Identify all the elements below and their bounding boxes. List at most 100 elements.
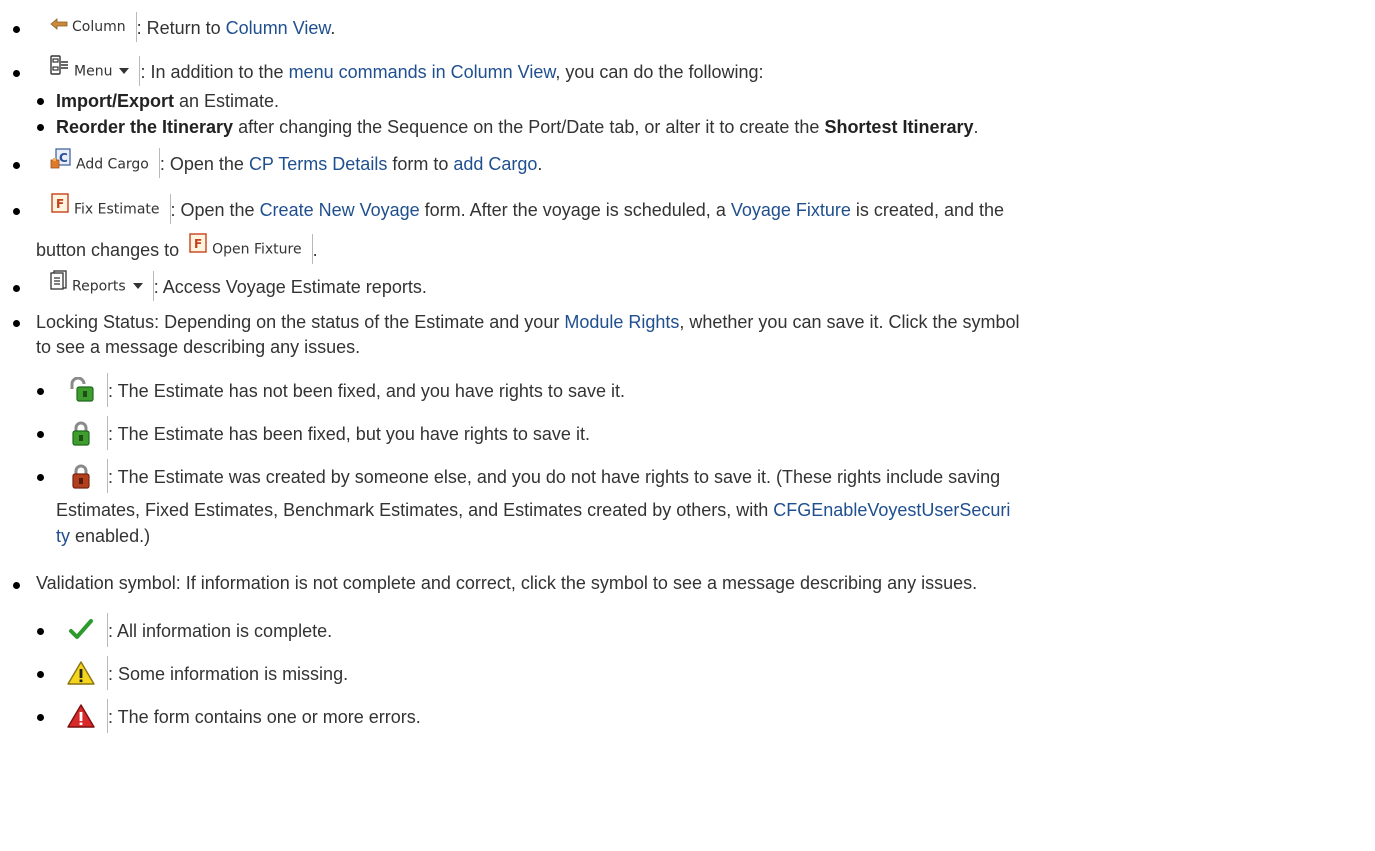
fix-estimate-button-label: Fix Estimate	[74, 201, 160, 218]
open-fixture-button[interactable]: F Open Fixture	[184, 233, 313, 264]
list-item-locking-status: Locking Status: Depending on the status …	[36, 309, 1020, 335]
bullet	[37, 474, 44, 481]
bullet	[37, 124, 44, 131]
list-item-validation: Validation symbol: If information is not…	[36, 570, 977, 596]
item-text: , whether you can save it. Click the sym…	[679, 312, 1020, 332]
item-text: Validation symbol: If information is not…	[36, 573, 978, 593]
bold-text: Shortest Itinerary	[824, 117, 974, 137]
item-text: .	[537, 153, 543, 174]
cp-terms-details-link[interactable]: CP Terms Details	[249, 154, 387, 174]
bold-text: Reorder the Itinerary	[56, 117, 234, 137]
list-item-fix-estimate: F Fix Estimate : Open the Create New Voyag…	[36, 193, 1005, 226]
module-rights-link[interactable]: Module Rights	[564, 312, 679, 332]
item-text: : All information is complete.	[108, 620, 333, 641]
menu-commands-link[interactable]: menu commands in Column View	[289, 62, 556, 82]
column-view-link[interactable]: Column View	[226, 18, 331, 38]
fix-estimate-button[interactable]: F Fix Estimate	[36, 193, 171, 224]
sub-item-import-export: Import/Export an Estimate.	[56, 88, 279, 114]
reports-icon	[50, 270, 68, 301]
item-text: : Open the	[170, 199, 260, 220]
item-text: .	[312, 239, 318, 260]
column-button-label: Column	[72, 19, 126, 35]
cfg-enable-voyest-user-security-link[interactable]: ty	[56, 526, 70, 546]
fix-estimate-line2: button changes to F Open Fixture.	[36, 233, 318, 266]
bullet	[13, 582, 20, 589]
unlocked-green-icon	[70, 377, 94, 402]
locking-status-line2: to see a message describing any issues.	[36, 334, 360, 360]
bullet	[13, 208, 20, 215]
bullet	[13, 26, 20, 33]
bullet	[37, 98, 44, 105]
voyage-fixture-link[interactable]: Voyage Fixture	[731, 200, 851, 220]
locked-green-button[interactable]	[56, 416, 108, 450]
sub-item-missing: : Some information is missing.	[56, 656, 349, 692]
item-text: .	[973, 117, 979, 137]
locked-green-icon	[72, 421, 90, 446]
reports-button-label: Reports	[72, 278, 126, 295]
chevron-down-icon	[132, 282, 143, 289]
item-text: form. After the voyage is scheduled, a	[419, 199, 731, 220]
reports-button[interactable]: Reports	[36, 270, 154, 301]
add-cargo-button[interactable]: C Add Cargo	[36, 148, 160, 178]
sub-item-complete: : All information is complete.	[56, 613, 333, 649]
item-text: .	[330, 17, 336, 38]
menu-button-label: Menu	[74, 63, 113, 80]
item-text: : In addition to the	[140, 61, 289, 82]
fixture-icon: F	[50, 193, 70, 224]
item-text: after changing the Sequence on the Port/…	[233, 117, 825, 137]
item-text: is created, and the	[850, 199, 1005, 220]
chevron-down-icon	[119, 67, 130, 74]
item-text: : Return to	[136, 17, 226, 38]
open-fixture-button-label: Open Fixture	[212, 241, 302, 258]
item-text: : The Estimate has not been fixed, and y…	[108, 380, 625, 401]
list-item-menu: Menu : In addition to the menu commands i…	[36, 55, 764, 88]
svg-text:F: F	[56, 197, 64, 211]
menu-button[interactable]: Menu	[36, 55, 141, 86]
svg-text:C: C	[59, 151, 68, 165]
create-new-voyage-link[interactable]: Create New Voyage	[260, 200, 420, 220]
sub-item-errors: : The form contains one or more errors.	[56, 699, 421, 735]
locked-red-line2: Estimates, Fixed Estimates, Benchmark Es…	[56, 497, 1010, 523]
sub-item-locked-red: : The Estimate was created by someone el…	[56, 459, 1001, 495]
cfg-enable-voyest-user-security-link[interactable]: CFGEnableVoyestUserSecuri	[773, 500, 1010, 520]
item-text: form to	[387, 153, 454, 174]
warning-button[interactable]	[56, 656, 108, 690]
locked-red-button[interactable]	[56, 459, 108, 493]
column-button[interactable]: Column	[36, 12, 137, 42]
item-text: : The Estimate was created by someone el…	[108, 466, 1001, 487]
check-button[interactable]	[56, 613, 108, 647]
bullet	[37, 671, 44, 678]
bullet	[37, 388, 44, 395]
add-cargo-link[interactable]: add Cargo	[453, 154, 537, 174]
svg-text:F: F	[194, 237, 202, 251]
sub-item-locked-green: : The Estimate has been fixed, but you h…	[56, 416, 590, 452]
item-text: : The form contains one or more errors.	[108, 706, 421, 727]
item-text: button changes to	[36, 239, 185, 260]
bullet	[37, 431, 44, 438]
check-icon	[69, 619, 93, 639]
add-cargo-icon: C	[50, 147, 72, 180]
item-text: : Some information is missing.	[108, 663, 349, 684]
bullet	[13, 285, 20, 292]
sub-item-reorder: Reorder the Itinerary after changing the…	[56, 114, 979, 140]
bold-text: Import/Export	[56, 91, 175, 111]
menu-list-icon	[50, 55, 70, 86]
item-text: an Estimate.	[174, 91, 280, 111]
item-text: : Open the	[159, 153, 249, 174]
unlocked-button[interactable]	[56, 373, 108, 407]
locked-red-line3: ty enabled.)	[56, 523, 150, 549]
item-text: Estimates, Fixed Estimates, Benchmark Es…	[56, 500, 774, 520]
bullet	[13, 162, 20, 169]
locked-red-icon	[72, 464, 90, 489]
list-item-column: Column : Return to Column View.	[36, 12, 336, 44]
item-text: Locking Status: Depending on the status …	[36, 312, 565, 332]
item-text: : Access Voyage Estimate reports.	[153, 276, 427, 297]
fixture-icon: F	[188, 233, 208, 264]
add-cargo-button-label: Add Cargo	[76, 156, 149, 173]
warning-yellow-icon	[67, 661, 95, 685]
bullet	[13, 70, 20, 77]
error-button[interactable]	[56, 699, 108, 733]
item-text: , you can do the following:	[555, 61, 764, 82]
bullet	[13, 320, 20, 327]
item-text: : The Estimate has been fixed, but you h…	[108, 423, 590, 444]
